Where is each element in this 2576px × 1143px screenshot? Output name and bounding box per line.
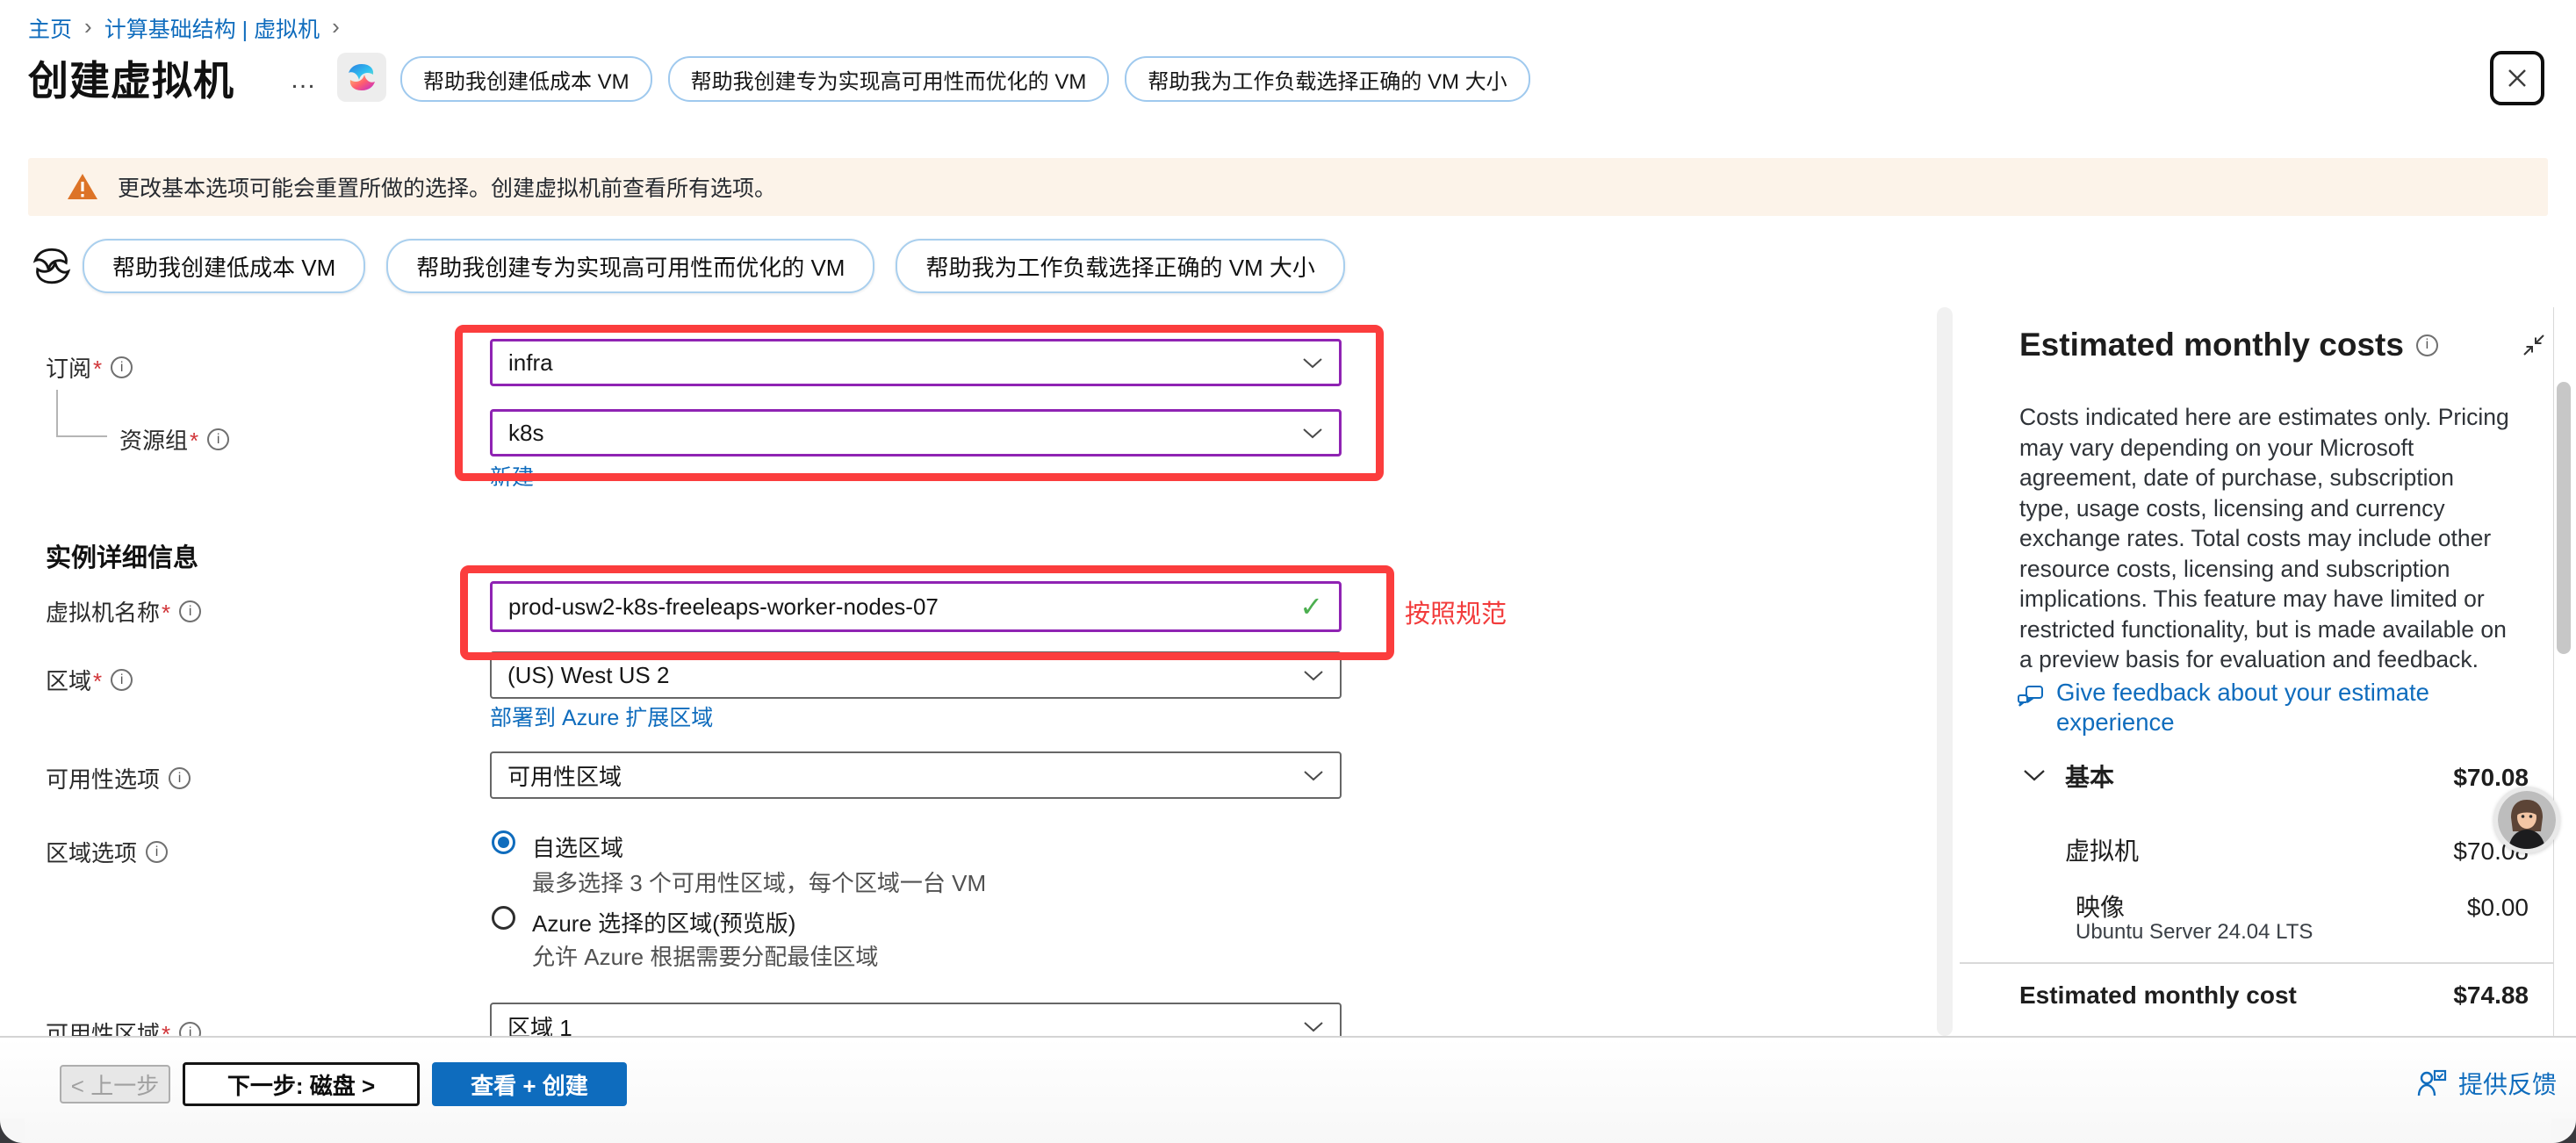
feedback-person-icon	[2416, 1068, 2448, 1098]
radio-azure-selected-zone-label[interactable]: Azure 选择的区域(预览版)	[532, 906, 795, 938]
info-icon[interactable]	[146, 841, 168, 863]
valid-check-icon	[1299, 590, 1323, 623]
region-label: 区域	[46, 664, 133, 696]
cost-total-amount: $74.88	[2453, 981, 2529, 1010]
info-icon[interactable]	[2416, 334, 2438, 356]
copilot-icon	[344, 60, 379, 95]
radio-azure-selected-zone[interactable]	[492, 906, 515, 930]
cost-item-sub: Ubuntu Server 24.04 LTS	[2076, 920, 2313, 945]
estimate-feedback-link[interactable]: Give feedback about your estimate experi…	[2056, 678, 2543, 737]
copilot-ha-button[interactable]: 帮助我创建专为实现高可用性而优化的 VM	[668, 56, 1110, 102]
copilot-button[interactable]	[337, 53, 386, 102]
previous-button[interactable]: < 上一步	[60, 1065, 170, 1103]
cost-panel-title: Estimated monthly costs	[2019, 327, 2404, 363]
estimate-feedback[interactable]: Give feedback about your estimate experi…	[2016, 678, 2543, 737]
copilot-size-button[interactable]: 帮助我为工作负载选择正确的 VM 大小	[1125, 56, 1529, 102]
chevron-down-icon	[1303, 1021, 1324, 1032]
copilot-lowcost-button[interactable]: 帮助我创建低成本 VM	[400, 56, 652, 102]
overflow-menu-icon[interactable]: …	[290, 75, 318, 84]
annotation-text: 按照规范	[1405, 593, 1507, 630]
collapse-panel-icon[interactable]	[2522, 333, 2546, 357]
warning-text: 更改基本选项可能会重置所做的选择。创建虚拟机前查看所有选项。	[118, 171, 776, 203]
info-icon[interactable]	[169, 767, 191, 789]
panel-scrollbar[interactable]	[2557, 382, 2571, 654]
breadcrumb-chevron-icon: ›	[332, 13, 340, 40]
cost-total-row: Estimated monthly cost $74.88	[2019, 981, 2529, 1010]
info-icon[interactable]	[111, 356, 133, 378]
tree-connector	[56, 435, 107, 437]
next-disks-button[interactable]: 下一步: 磁盘 >	[183, 1062, 420, 1106]
radio-self-select-zone[interactable]	[492, 830, 515, 854]
vm-name-input[interactable]: prod-usw2-k8s-freeleaps-worker-nodes-07	[490, 581, 1342, 632]
cost-group-row[interactable]: 基本 $70.08	[2065, 758, 2529, 794]
create-vm-page: 主页 › 计算基础结构 | 虚拟机 › 创建虚拟机 … 帮助我创建低成本 VM …	[0, 0, 2576, 1143]
feedback-control[interactable]: 提供反馈	[2416, 1066, 2557, 1101]
window-corner	[0, 1118, 25, 1143]
vm-name-value: prod-usw2-k8s-freeleaps-worker-nodes-07	[508, 593, 939, 621]
section-instance-details: 实例详细信息	[46, 537, 198, 574]
assistant-avatar[interactable]	[2493, 787, 2560, 853]
cost-group-name: 基本	[2065, 758, 2114, 794]
breadcrumb-chevron-icon: ›	[84, 13, 92, 40]
chevron-down-icon	[1302, 357, 1323, 369]
chevron-down-icon	[1303, 670, 1324, 681]
availability-dropdown[interactable]: 可用性区域	[490, 751, 1342, 799]
breadcrumb: 主页 › 计算基础结构 | 虚拟机 ›	[28, 12, 340, 44]
cost-item-row: 映像 $0.00	[2076, 888, 2529, 924]
info-icon[interactable]	[179, 600, 201, 622]
copilot-suggestions-main: 帮助我创建低成本 VM 帮助我创建专为实现高可用性而优化的 VM 帮助我为工作负…	[83, 239, 1345, 293]
create-new-link[interactable]: 新建	[490, 460, 534, 492]
cost-panel-description: Costs indicated here are estimates only.…	[2019, 402, 2509, 675]
availability-value: 可用性区域	[507, 759, 622, 792]
region-dropdown[interactable]: (US) West US 2	[490, 651, 1342, 699]
feedback-chat-icon	[2016, 683, 2046, 713]
subscription-label: 订阅	[46, 351, 133, 384]
cost-item-name: 映像	[2076, 888, 2125, 924]
copilot-size-button[interactable]: 帮助我为工作负载选择正确的 VM 大小	[896, 239, 1344, 293]
copilot-ha-button[interactable]: 帮助我创建专为实现高可用性而优化的 VM	[386, 239, 874, 293]
region-value: (US) West US 2	[507, 662, 669, 689]
info-icon[interactable]	[207, 428, 229, 450]
window-corner	[2551, 1118, 2576, 1143]
close-button[interactable]	[2490, 51, 2544, 105]
avatar-image	[2498, 791, 2556, 849]
chevron-down-icon[interactable]	[2023, 769, 2046, 782]
subscription-dropdown[interactable]: infra	[490, 339, 1342, 386]
panel-scroll-track	[2553, 307, 2554, 1036]
main-scrollbar[interactable]	[1937, 307, 1953, 1036]
copilot-outline-icon	[30, 242, 74, 294]
resource-group-label: 资源组	[119, 423, 229, 456]
radio-self-select-zone-desc: 最多选择 3 个可用性区域，每个区域一台 VM	[532, 866, 986, 898]
panel-divider	[1960, 962, 2553, 964]
availability-label: 可用性选项	[46, 762, 191, 794]
resource-group-dropdown[interactable]: k8s	[490, 409, 1342, 456]
copilot-lowcost-button[interactable]: 帮助我创建低成本 VM	[83, 239, 365, 293]
resource-group-value: k8s	[508, 420, 543, 447]
cost-item-name: 虚拟机	[2065, 832, 2139, 867]
chevron-down-icon	[1303, 770, 1324, 781]
breadcrumb-home-link[interactable]: 主页	[28, 12, 72, 44]
close-icon	[2504, 65, 2530, 91]
cost-total-label: Estimated monthly cost	[2019, 981, 2297, 1010]
radio-azure-selected-zone-desc: 允许 Azure 根据需要分配最佳区域	[532, 939, 878, 972]
vm-name-label: 虚拟机名称	[46, 595, 201, 628]
warning-banner: 更改基本选项可能会重置所做的选择。创建虚拟机前查看所有选项。	[28, 158, 2548, 216]
cost-item-amount: $0.00	[2467, 894, 2529, 922]
radio-self-select-zone-label[interactable]: 自选区域	[532, 830, 623, 863]
chevron-down-icon	[1302, 428, 1323, 439]
warning-icon	[67, 173, 98, 201]
tree-connector	[56, 390, 58, 435]
subscription-value: infra	[508, 349, 553, 377]
edge-zone-link[interactable]: 部署到 Azure 扩展区域	[490, 701, 713, 732]
copilot-suggestions-top: 帮助我创建低成本 VM 帮助我创建专为实现高可用性而优化的 VM 帮助我为工作负…	[400, 56, 1530, 102]
zone-options-label: 区域选项	[46, 836, 168, 868]
breadcrumb-section-link[interactable]: 计算基础结构 | 虚拟机	[104, 12, 320, 44]
review-create-button[interactable]: 查看 + 创建	[432, 1062, 627, 1106]
cost-item-row: 虚拟机 $70.08	[2065, 832, 2529, 867]
page-title: 创建虚拟机	[28, 49, 234, 107]
cost-panel-header: Estimated monthly costs	[2019, 327, 2546, 363]
feedback-link[interactable]: 提供反馈	[2458, 1066, 2557, 1101]
footer-bar: < 上一步 下一步: 磁盘 > 查看 + 创建 提供反馈	[0, 1036, 2576, 1143]
info-icon[interactable]	[111, 669, 133, 691]
